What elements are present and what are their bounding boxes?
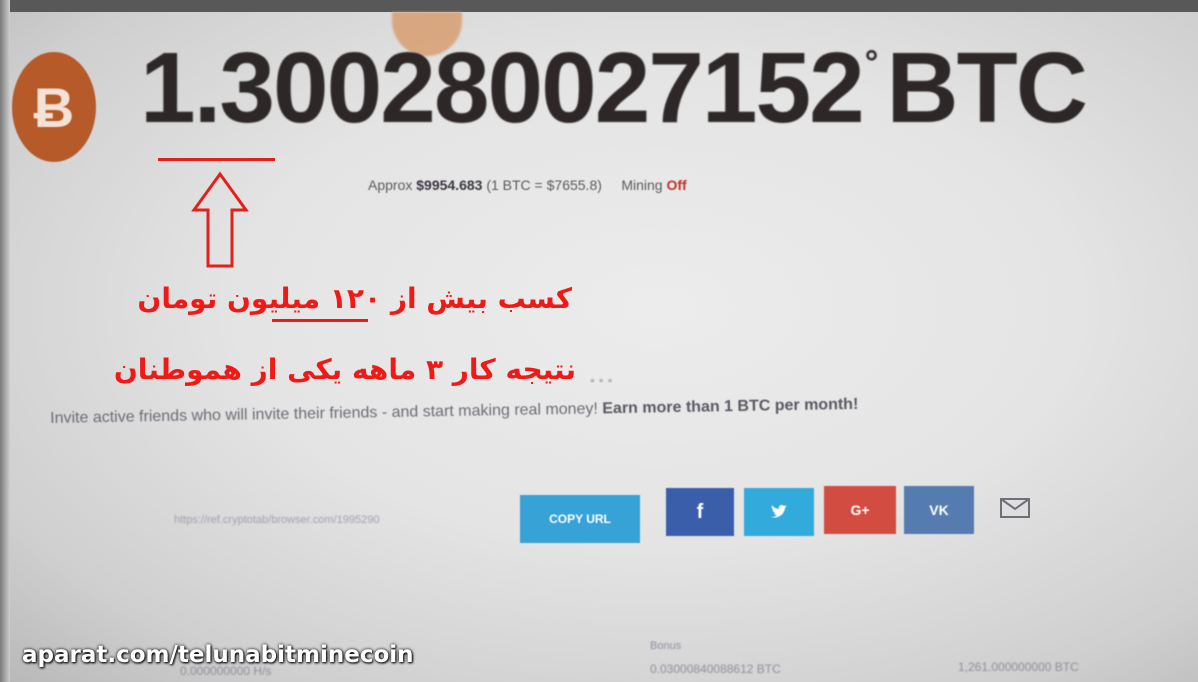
invite-text: Invite active friends who will invite th… xyxy=(50,390,1170,428)
approx-line: Approx $9954.683 (1 BTC = $7655.8) Minin… xyxy=(368,177,687,193)
bonus-label: Bonus xyxy=(650,640,682,652)
mail-icon[interactable] xyxy=(1000,498,1030,518)
bonus-value: 0.03000840088612 BTC xyxy=(650,662,781,676)
top-bar xyxy=(0,0,1198,12)
caption-underline xyxy=(272,319,368,322)
overlay-caption-1: کسب بیش از ۱۲۰ میلیون تومان xyxy=(137,282,572,315)
copy-url-button[interactable]: COPY URL xyxy=(520,495,640,543)
facebook-share-button[interactable]: f xyxy=(666,488,734,536)
up-arrow-icon xyxy=(191,171,249,268)
twitter-share-button[interactable] xyxy=(744,488,814,536)
highlight-underline xyxy=(158,158,275,161)
vk-share-button[interactable]: VK xyxy=(904,486,974,534)
balance-display: 1.300280027152° BTC xyxy=(140,38,1088,138)
approx-label: Approx xyxy=(368,177,413,193)
google-plus-share-button[interactable]: G+ xyxy=(824,486,896,534)
bitcoin-symbol: Ƀ xyxy=(33,75,75,139)
twitter-icon xyxy=(771,505,787,518)
mining-status[interactable]: Off xyxy=(666,177,686,193)
exchange-rate: (1 BTC = $7655.8) xyxy=(486,177,602,193)
screen: Ƀ 1.300280027152° BTC Approx $9954.683 (1… xyxy=(0,0,1198,682)
balance-unit: BTC xyxy=(886,32,1088,144)
referral-url[interactable]: https://ref.cryptotab/browser.com/199529… xyxy=(174,514,379,526)
dots: • • • xyxy=(590,372,613,388)
invite-body: Invite active friends who will invite th… xyxy=(50,400,599,427)
balance-degree: ° xyxy=(864,44,879,82)
overlay-caption-2: نتیجه کار ۳ ماهه یکی از هموطنان xyxy=(113,353,576,386)
invite-highlight: Earn more than 1 BTC per month! xyxy=(602,395,859,418)
bitcoin-logo-icon: Ƀ xyxy=(12,52,96,162)
balance-amount: 1.300280027152 xyxy=(140,32,865,144)
referrals-value: 1,261.000000000 BTC xyxy=(958,660,1079,674)
watermark: aparat.com/telunabitminecoin xyxy=(22,642,414,668)
approx-value: $9954.683 xyxy=(416,177,483,193)
screen-edge xyxy=(0,0,10,682)
mining-label: Mining xyxy=(621,177,663,193)
